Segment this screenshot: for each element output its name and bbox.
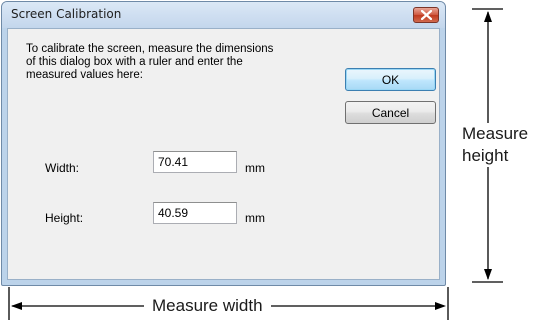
- width-unit: mm: [245, 161, 265, 175]
- dialog-content: To calibrate the screen, measure the dim…: [7, 28, 440, 280]
- width-label: Width:: [45, 161, 80, 175]
- instruction-line: of this dialog box with a ruler and ente…: [26, 56, 243, 68]
- height-unit: mm: [245, 211, 265, 225]
- measure-height-line2: height: [462, 146, 509, 165]
- arrow-down-icon: [484, 269, 492, 280]
- close-icon: [421, 10, 432, 20]
- measure-height-label: Measure height: [461, 123, 530, 167]
- close-button[interactable]: [413, 7, 439, 23]
- screen-calibration-dialog: Screen Calibration To calibrate the scre…: [1, 1, 446, 286]
- measure-height-line1: Measure: [462, 124, 529, 143]
- width-input[interactable]: 70.41: [153, 151, 237, 173]
- height-input[interactable]: 40.59: [153, 202, 237, 224]
- ok-button[interactable]: OK: [345, 68, 436, 91]
- height-label: Height:: [45, 211, 84, 225]
- instruction-line: measured values here:: [26, 69, 143, 81]
- arrow-up-icon: [484, 11, 492, 22]
- arrow-right-icon: [435, 302, 446, 310]
- cancel-button[interactable]: Cancel: [345, 101, 436, 124]
- dialog-title: Screen Calibration: [11, 7, 122, 21]
- measure-width-label: Measure width: [144, 295, 271, 317]
- instruction-text: To calibrate the screen, measure the dim…: [26, 43, 326, 82]
- arrow-left-icon: [11, 302, 22, 310]
- title-bar[interactable]: Screen Calibration: [2, 2, 445, 28]
- instruction-line: To calibrate the screen, measure the dim…: [26, 43, 274, 55]
